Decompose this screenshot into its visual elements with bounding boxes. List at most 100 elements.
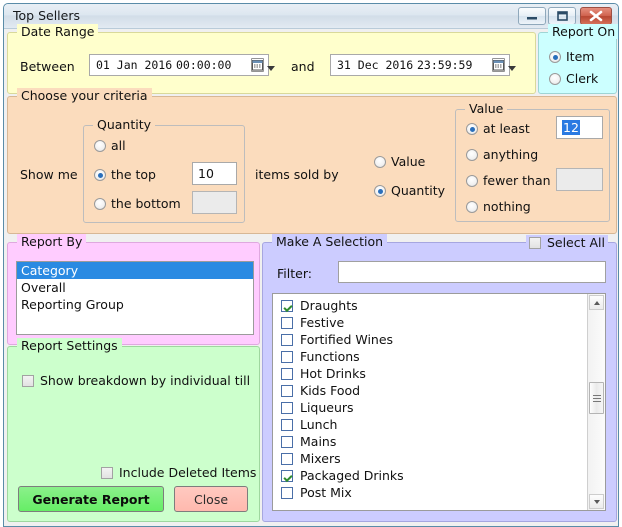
list-item[interactable]: Functions <box>273 348 587 365</box>
report-on-panel: Report On Item Clerk <box>538 24 618 94</box>
quantity-all-label: all <box>111 138 126 153</box>
report-by-listbox[interactable]: Category Overall Reporting Group <box>16 261 254 335</box>
maximize-button[interactable] <box>548 7 576 25</box>
item-label: Mains <box>300 434 337 449</box>
value-legend: Value <box>465 101 508 116</box>
filter-input[interactable] <box>338 261 606 283</box>
close-dialog-button[interactable]: Close <box>174 486 248 512</box>
item-checkbox[interactable] <box>281 436 293 448</box>
quantity-option-the-bottom[interactable]: the bottom <box>94 196 181 211</box>
value-option-fewer-than[interactable]: fewer than <box>466 173 551 188</box>
list-item[interactable]: Fortified Wines <box>273 331 587 348</box>
report-on-legend: Report On <box>548 24 618 39</box>
quantity-option-the-top[interactable]: the top <box>94 167 156 182</box>
item-checkbox[interactable] <box>281 402 293 414</box>
show-breakdown-checkbox[interactable] <box>22 375 34 387</box>
generate-report-button[interactable]: Generate Report <box>18 486 164 512</box>
sort-by-option-value[interactable]: Value <box>374 154 425 169</box>
radio-nothing-icon[interactable] <box>466 201 478 213</box>
value-option-nothing[interactable]: nothing <box>466 199 531 214</box>
show-breakdown-checkbox-row[interactable]: Show breakdown by individual till <box>22 373 250 388</box>
select-all-checkbox[interactable] <box>528 237 541 249</box>
to-calendar-icon[interactable] <box>492 58 516 72</box>
report-on-option-item[interactable]: Item <box>549 49 594 64</box>
scroll-down-icon <box>594 500 600 504</box>
report-on-clerk-label: Clerk <box>566 71 599 86</box>
report-on-item-label: Item <box>566 49 595 64</box>
sort-by-option-quantity[interactable]: Quantity <box>374 183 445 198</box>
scrollbar-thumb[interactable] <box>589 382 604 414</box>
top-sellers-window: Top Sellers Date Range Between 01 Jan 20… <box>3 3 619 527</box>
list-item[interactable]: Kids Food <box>273 382 587 399</box>
list-item[interactable]: Packaged Drinks <box>273 467 587 484</box>
item-label: Packaged Drinks <box>300 468 404 483</box>
item-label: Mixers <box>300 451 341 466</box>
radio-clerk-icon[interactable] <box>549 73 561 85</box>
radio-fewer-than-icon[interactable] <box>466 175 478 187</box>
to-datetime-field[interactable]: 31 Dec 2016 23:59:59 <box>330 54 516 76</box>
make-a-selection-legend: Make A Selection <box>272 234 388 249</box>
report-by-panel: Report By Category Overall Reporting Gro… <box>7 234 260 345</box>
minimize-button[interactable] <box>518 7 546 25</box>
report-settings-legend: Report Settings <box>17 338 122 353</box>
item-checkbox[interactable] <box>281 453 293 465</box>
value-option-anything[interactable]: anything <box>466 147 538 162</box>
include-deleted-checkbox[interactable] <box>101 467 113 479</box>
item-checkbox[interactable] <box>281 351 293 363</box>
sort-by-quantity-label: Quantity <box>391 183 446 198</box>
select-all-checkbox-row[interactable]: Select All <box>525 235 608 250</box>
item-checkbox[interactable] <box>281 317 293 329</box>
list-item[interactable]: Overall <box>17 279 253 296</box>
item-checkbox[interactable] <box>281 385 293 397</box>
report-on-option-clerk[interactable]: Clerk <box>549 71 598 86</box>
list-item[interactable]: Festive <box>273 314 587 331</box>
to-date-dropdown-arrow-icon[interactable] <box>508 66 516 71</box>
radio-the-top-icon[interactable] <box>94 169 106 181</box>
item-checkbox[interactable] <box>281 368 293 380</box>
item-label: Fortified Wines <box>300 332 394 347</box>
radio-at-least-icon[interactable] <box>466 123 478 135</box>
quantity-the-bottom-label: the bottom <box>111 196 181 211</box>
radio-sort-value-icon[interactable] <box>374 156 386 168</box>
list-item[interactable]: Post Mix <box>273 484 587 501</box>
list-item[interactable]: Mixers <box>273 450 587 467</box>
radio-the-bottom-icon[interactable] <box>94 198 106 210</box>
top-count-input[interactable]: 10 <box>192 162 237 185</box>
radio-item-icon[interactable] <box>549 51 561 63</box>
value-option-at-least[interactable]: at least <box>466 121 530 136</box>
list-item[interactable]: Category <box>17 262 253 279</box>
value-nothing-label: nothing <box>483 199 531 214</box>
item-checkbox[interactable] <box>281 487 293 499</box>
quantity-option-all[interactable]: all <box>94 138 126 153</box>
from-date-dropdown-arrow-icon[interactable] <box>267 66 275 71</box>
close-button[interactable] <box>580 7 612 25</box>
item-checkbox[interactable] <box>281 419 293 431</box>
list-item[interactable]: Mains <box>273 433 587 450</box>
item-checkbox[interactable] <box>281 300 293 312</box>
list-item[interactable]: Hot Drinks <box>273 365 587 382</box>
bottom-count-input[interactable] <box>192 191 237 214</box>
from-datetime-field[interactable]: 01 Jan 2016 00:00:00 <box>89 54 275 76</box>
radio-anything-icon[interactable] <box>466 149 478 161</box>
checklist-scrollbar[interactable] <box>587 294 605 510</box>
radio-sort-quantity-icon[interactable] <box>374 185 386 197</box>
fewer-than-input[interactable] <box>556 168 603 191</box>
item-checkbox[interactable] <box>281 334 293 346</box>
filter-label: Filter: <box>277 266 312 281</box>
radio-all-icon[interactable] <box>94 140 106 152</box>
selection-checklist[interactable]: Draughts Festive Fortified Wines Functio… <box>272 293 606 511</box>
item-label: Post Mix <box>300 485 352 500</box>
include-deleted-checkbox-row[interactable]: Include Deleted Items <box>101 465 256 480</box>
scroll-up-button[interactable] <box>589 295 604 310</box>
filter-text-field[interactable] <box>339 262 605 282</box>
list-item[interactable]: Liqueurs <box>273 399 587 416</box>
list-item[interactable]: Reporting Group <box>17 296 253 313</box>
scroll-down-button[interactable] <box>589 494 604 509</box>
from-date-value: 01 Jan 2016 <box>96 58 173 72</box>
at-least-input[interactable]: 12 <box>556 116 603 139</box>
from-calendar-icon[interactable] <box>251 58 275 72</box>
show-me-label: Show me <box>20 167 78 182</box>
item-checkbox[interactable] <box>281 470 293 482</box>
list-item[interactable]: Draughts <box>273 297 587 314</box>
list-item[interactable]: Lunch <box>273 416 587 433</box>
